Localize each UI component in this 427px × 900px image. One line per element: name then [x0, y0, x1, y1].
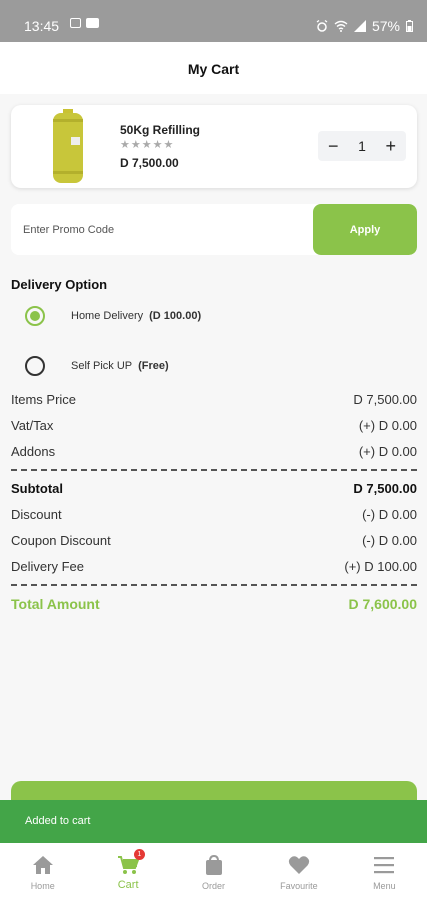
coupon-discount-label: Coupon Discount	[11, 533, 111, 548]
vat-value: (+) D 0.00	[358, 418, 417, 433]
total-amount-value: D 7,600.00	[348, 596, 418, 612]
delivery-option-home[interactable]: Home Delivery (D 100.00)	[25, 306, 201, 326]
nav-home-label: Home	[30, 881, 55, 891]
nav-order-label: Order	[202, 881, 226, 891]
vat-label: Vat/Tax	[11, 418, 54, 433]
discount-row: Discount (-) D 0.00	[11, 507, 417, 522]
gallery-icon	[70, 18, 81, 28]
status-bar: 13:45 57%	[0, 0, 427, 42]
subtotal-value: D 7,500.00	[353, 481, 417, 496]
status-time: 13:45	[24, 18, 60, 34]
promo-code-section: Apply	[11, 204, 417, 255]
discount-value: (-) D 0.00	[362, 507, 417, 522]
menu-icon	[374, 857, 395, 874]
battery-icon	[406, 20, 413, 32]
delivery-option-pickup[interactable]: Self Pick UP (Free)	[25, 356, 169, 376]
nav-menu-label: Menu	[373, 881, 396, 891]
nav-menu[interactable]: Menu	[342, 843, 427, 900]
quantity-stepper: − 1 +	[318, 131, 406, 161]
nav-favourite[interactable]: Favourite	[256, 843, 341, 900]
app-bar: My Cart	[0, 42, 427, 94]
bag-icon	[205, 855, 222, 875]
cart-badge: 1	[133, 849, 145, 860]
page-title: My Cart	[187, 61, 240, 77]
items-price-value: D 7,500.00	[353, 392, 417, 407]
quantity-value: 1	[358, 138, 366, 154]
nav-cart-label: Cart	[117, 879, 139, 891]
product-price: D 7,500.00	[120, 156, 179, 170]
notification-icons	[70, 18, 99, 28]
plus-icon[interactable]: +	[385, 137, 396, 155]
radio-unchecked-icon[interactable]	[25, 356, 45, 376]
delivery-fee-row: Delivery Fee (+) D 100.00	[11, 559, 417, 574]
snackbar-message: Added to cart	[25, 815, 91, 827]
wifi-icon	[334, 20, 348, 32]
heart-icon	[288, 856, 310, 874]
delivery-option-label: Self Pick UP	[71, 360, 133, 372]
promo-code-input[interactable]	[11, 204, 313, 255]
cart-item-card[interactable]: 50Kg Refilling ★★★★★ D 7,500.00 − 1 +	[11, 105, 417, 188]
apply-button[interactable]: Apply	[313, 204, 417, 255]
home-icon	[32, 856, 53, 874]
radio-checked-icon[interactable]	[25, 306, 45, 326]
items-price-label: Items Price	[11, 392, 77, 407]
delivery-option-fee: (D 100.00)	[149, 310, 202, 322]
delivery-option-label: Home Delivery	[71, 310, 144, 322]
delivery-fee-value: (+) D 100.00	[344, 559, 417, 574]
coupon-discount-value: (-) D 0.00	[362, 533, 417, 548]
product-name: 50Kg Refilling	[120, 123, 201, 137]
nav-order[interactable]: Order	[171, 843, 256, 900]
snackbar: Added to cart	[0, 800, 427, 843]
status-right: 57%	[316, 18, 413, 34]
summary-divider	[11, 469, 417, 471]
delivery-option-title: Delivery Option	[11, 277, 108, 292]
delivery-fee-label: Delivery Fee	[11, 559, 84, 574]
youtube-icon	[86, 18, 99, 28]
rating-stars: ★★★★★	[120, 139, 175, 151]
battery-percent: 57%	[371, 18, 400, 34]
product-image	[53, 109, 83, 183]
nav-home[interactable]: Home	[0, 843, 85, 900]
alarm-icon	[316, 20, 328, 32]
addons-row: Addons (+) D 0.00	[11, 444, 417, 459]
total-amount-label: Total Amount	[11, 596, 100, 612]
subtotal-label: Subtotal	[11, 481, 63, 496]
discount-label: Discount	[11, 507, 62, 522]
minus-icon[interactable]: −	[328, 137, 339, 155]
delivery-option-fee: (Free)	[138, 360, 169, 372]
total-amount-row: Total Amount D 7,600.00	[11, 596, 417, 612]
subtotal-row: Subtotal D 7,500.00	[11, 481, 417, 496]
vat-row: Vat/Tax (+) D 0.00	[11, 418, 417, 433]
nav-favourite-label: Favourite	[280, 881, 318, 891]
coupon-discount-row: Coupon Discount (-) D 0.00	[11, 533, 417, 548]
addons-label: Addons	[11, 444, 56, 459]
signal-icon	[353, 20, 366, 32]
items-price-row: Items Price D 7,500.00	[11, 392, 417, 407]
addons-value: (+) D 0.00	[358, 444, 417, 459]
nav-cart[interactable]: 1 Cart	[85, 843, 170, 900]
total-divider	[11, 584, 417, 586]
bottom-navigation: Home 1 Cart Order Favourite Menu	[0, 843, 427, 900]
